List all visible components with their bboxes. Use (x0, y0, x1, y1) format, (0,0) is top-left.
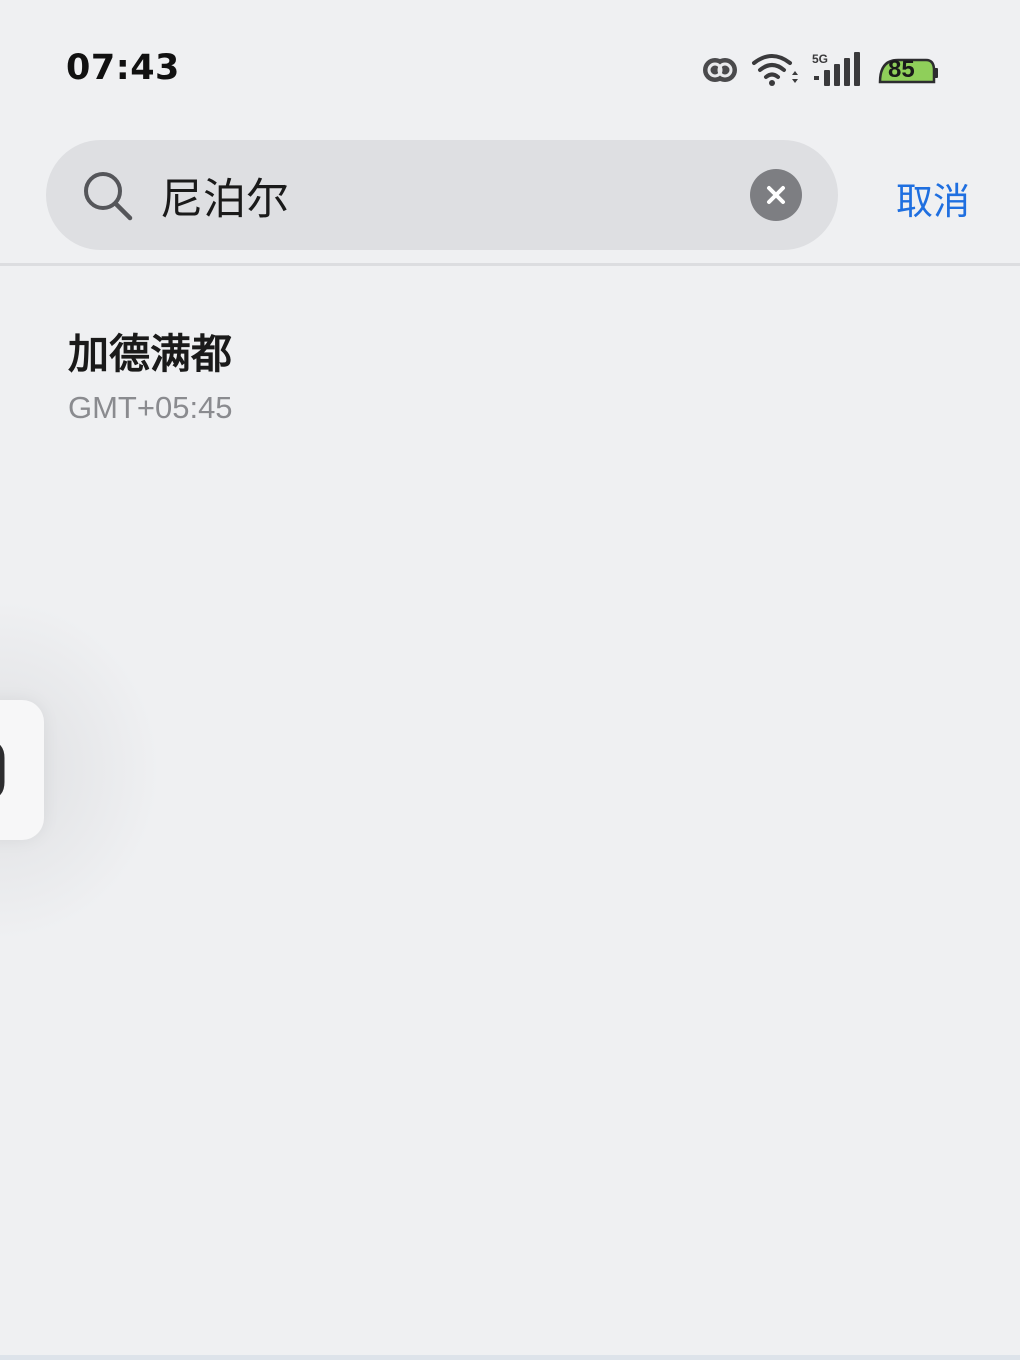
list-item[interactable]: 加德满都 GMT+05:45 (0, 300, 1020, 450)
floating-side-handle[interactable] (0, 700, 44, 840)
battery-icon: 85 (876, 54, 940, 86)
divider (0, 263, 1020, 266)
cancel-button[interactable]: 取消 (896, 171, 970, 225)
cellular-signal-icon: 5G (810, 50, 864, 90)
close-icon (764, 183, 788, 207)
search-icon (80, 168, 136, 224)
bottom-edge (0, 1355, 1020, 1360)
result-timezone-offset: GMT+05:45 (68, 390, 233, 425)
search-input[interactable] (160, 166, 720, 226)
result-city-name: 加德满都 (68, 330, 232, 378)
battery-level: 85 (888, 56, 915, 83)
network-type-label: 5G (812, 52, 828, 66)
status-time: 07:43 (66, 48, 180, 88)
wifi-icon (750, 51, 798, 89)
clear-search-button[interactable] (750, 169, 802, 221)
side-handle-icon (0, 736, 8, 804)
status-bar: 07:43 5G 85 (0, 0, 1020, 130)
search-bar: 取消 (0, 138, 1020, 254)
status-icons: 5G 85 (702, 48, 940, 92)
timezone-search-screen: 07:43 5G 85 尼泊尔 取消 加德满都 GMT+05:45 (0, 0, 1020, 1360)
link-icon (702, 55, 738, 85)
